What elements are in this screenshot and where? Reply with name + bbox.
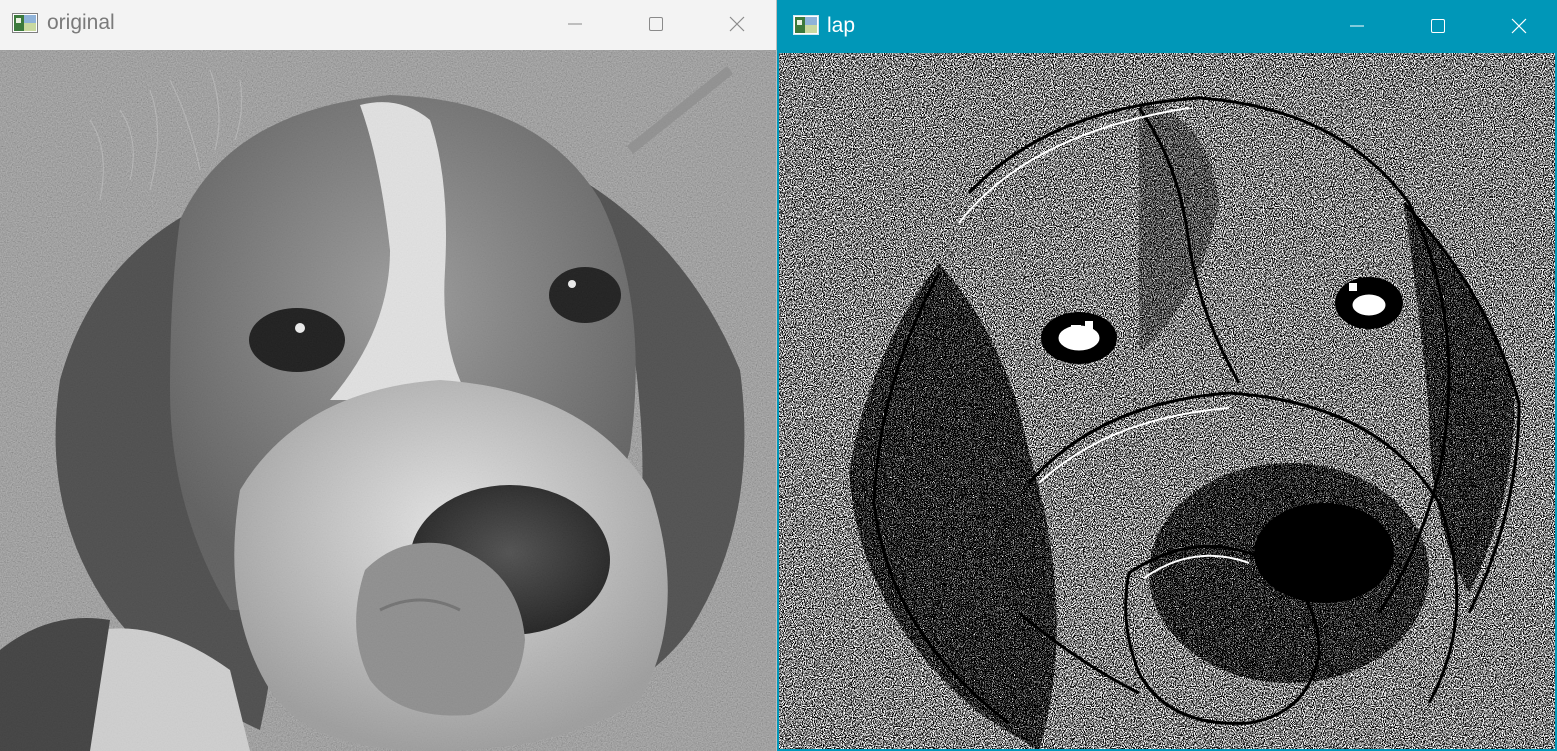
window-title: original <box>47 11 115 34</box>
minimize-icon <box>568 23 582 25</box>
close-icon <box>729 16 745 32</box>
title-bar[interactable]: original <box>0 0 776 50</box>
close-button[interactable] <box>714 4 760 44</box>
minimize-button[interactable] <box>552 4 598 44</box>
maximize-icon <box>649 17 663 31</box>
maximize-button[interactable] <box>1415 6 1461 46</box>
window-title: lap <box>827 14 856 37</box>
app-icon <box>12 13 38 33</box>
minimize-button[interactable] <box>1334 6 1380 46</box>
image-canvas-original <box>0 50 776 751</box>
minimize-icon <box>1350 25 1364 27</box>
image-canvas-lap <box>779 53 1555 749</box>
beagle-laplacian-image <box>779 53 1555 749</box>
maximize-button[interactable] <box>633 4 679 44</box>
beagle-grayscale-image <box>0 50 776 751</box>
window-original[interactable]: original <box>0 0 777 751</box>
app-icon <box>793 15 819 35</box>
title-bar[interactable]: lap <box>779 0 1555 53</box>
window-lap[interactable]: lap <box>777 0 1557 751</box>
close-button[interactable] <box>1496 6 1542 46</box>
close-icon <box>1511 18 1527 34</box>
maximize-icon <box>1431 19 1445 33</box>
